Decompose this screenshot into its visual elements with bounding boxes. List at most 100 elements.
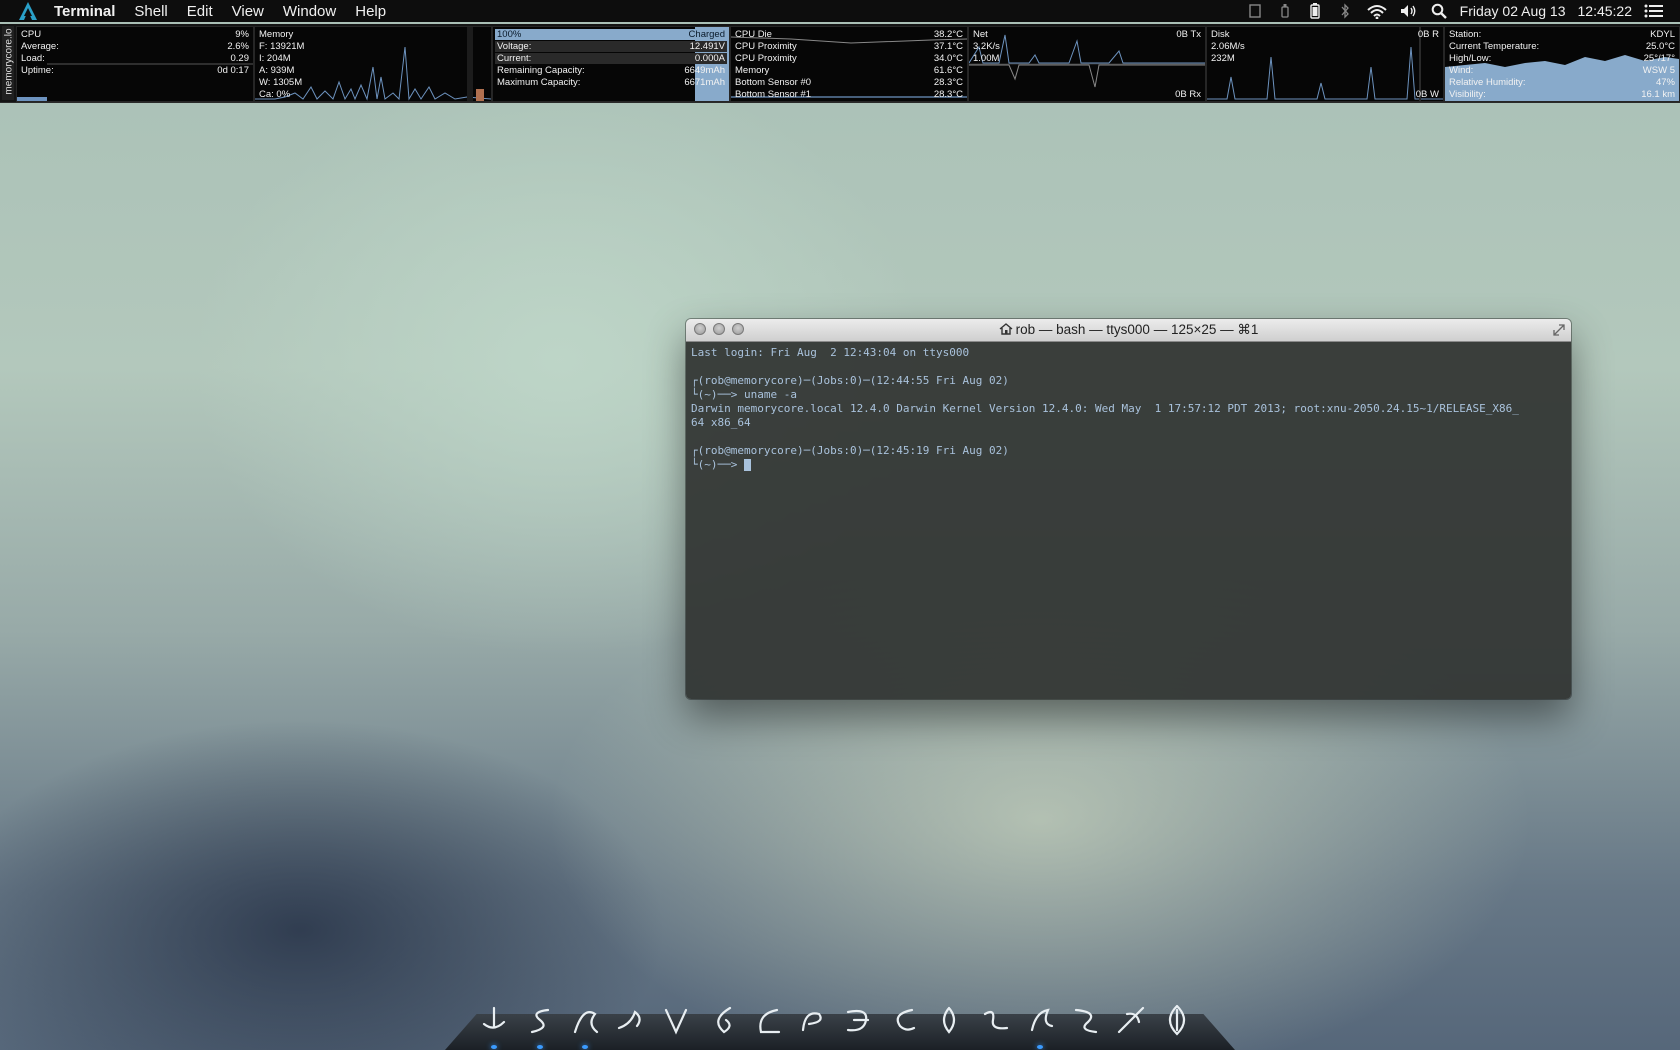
weather-temp-label: Current Temperature: [1449,41,1540,52]
menu-edit[interactable]: Edit [187,3,213,20]
temperature-pane[interactable]: CPU Die 38.2°C CPU Proximity 37.1°C CPU Pr… [730,26,968,102]
battery-current-label: Current: [497,53,532,64]
terminal-line: └(~)──> uname -a [691,388,797,401]
spotlight-icon[interactable] [1430,3,1448,19]
net-rx: 0B Rx [1175,89,1201,100]
temp-label-5: Bottom Sensor #1 [735,89,812,100]
disk-total: 232M [1211,53,1235,64]
app-menu-terminal[interactable]: Terminal [54,3,115,20]
weather-wind-label: Wind: [1449,65,1474,76]
battery-voltage: 12.491V [689,41,725,52]
battery-remaining: 6649mAh [684,65,725,76]
home-icon [999,323,1013,335]
terminal-prompt: └(~)──> [691,458,744,471]
app-icon-13[interactable] [1021,1000,1059,1040]
weather-highlow: 25°/17° [1643,53,1675,64]
battery-icon[interactable] [1306,3,1324,19]
net-rate: 3.2K/s [973,41,1000,52]
temp-label-3: Memory [735,65,770,76]
app-icon-3[interactable] [566,1000,604,1040]
net-tx: 0B Tx [1176,29,1201,40]
volume-icon[interactable] [1400,3,1418,19]
menu-view[interactable]: View [232,3,264,20]
battery-pane[interactable]: 100% Charged Voltage: 12.491V Current: 0.00… [492,26,730,102]
menubar: Terminal Shell Edit View Window Help Fri… [0,0,1680,22]
memory-title: Memory [259,29,294,40]
cpu-uptime: 0d 0:17 [217,65,249,76]
finder-icon[interactable] [475,1000,513,1040]
temp-label-4: Bottom Sensor #0 [735,77,812,88]
memory-inactive: I: 204M [259,53,291,64]
trash-icon[interactable] [1158,1000,1196,1040]
system-monitor-panel: memorycore.lo CPU 9% Average: 2.6% Load: 0.… [0,24,1680,103]
terminal-window[interactable]: rob — bash — ttys000 — 125×25 — ⌘1 Last … [686,319,1571,699]
terminal-line: Darwin memorycore.local 12.4.0 Darwin Ke… [691,402,1519,415]
app-icon-5[interactable] [657,1000,695,1040]
weather-humidity-label: Relative Humidity: [1449,77,1526,88]
running-indicator [582,1045,588,1049]
temp-value-4: 28.3°C [933,77,963,88]
battery-maximum-label: Maximum Capacity: [497,77,581,88]
clock-time[interactable]: 12:45:22 [1578,3,1633,19]
disk-pane[interactable]: Disk 0B R 2.06M/s 232M 0B W [1206,26,1444,102]
weather-temp: 25.0°C [1645,41,1675,52]
app-icon-14[interactable] [1067,1000,1105,1040]
running-indicator [1037,1045,1043,1049]
dock [445,1000,1235,1050]
net-title: Net [973,29,988,40]
weather-visibility-label: Visibility: [1449,89,1486,100]
cpu-load: 0.29 [230,53,250,64]
net-pane[interactable]: Net 0B Tx 3.2K/s 1.00M 0B Rx [968,26,1206,102]
clipboard-icon[interactable] [1246,3,1264,19]
fullscreen-icon[interactable] [1553,324,1565,336]
terminal-cursor [743,459,751,471]
weather-visibility: 16.1 km [1641,89,1675,100]
temp-value-3: 61.6°C [933,65,963,76]
app-icon-4[interactable] [612,1000,650,1040]
app-icon-12[interactable] [976,1000,1014,1040]
app-icon-2[interactable] [521,1000,559,1040]
cpu-uptime-label: Uptime: [21,65,54,76]
app-icon-15[interactable] [1112,1000,1150,1040]
cpu-title: CPU [21,29,42,40]
temp-value-5: 28.3°C [933,89,963,100]
memory-free: F: 13921M [259,41,305,52]
battery-current: 0.000A [694,53,725,64]
terminal-line: ┌(rob@memorycore)─(Jobs:0)─(12:44:55 Fri… [691,374,1009,387]
app-icon-10[interactable] [885,1000,923,1040]
app-icon-7[interactable] [748,1000,786,1040]
temp-value-2: 34.0°C [933,53,963,64]
terminal-content[interactable]: Last login: Fri Aug 2 12:43:04 on ttys00… [686,342,1571,699]
memory-pane[interactable]: Memory F: 13921M I: 204M A: 939M W: 1305… [254,26,492,102]
battery-status: Charged [688,29,725,40]
terminal-prompt-line[interactable]: └(~)──> [691,458,1566,472]
memory-active: A: 939M [259,65,295,76]
wifi-icon[interactable] [1366,3,1388,19]
apple-menu-icon[interactable] [17,1,39,21]
menu-shell[interactable]: Shell [134,3,167,20]
battery-maximum: 6671mAh [684,77,725,88]
terminal-titlebar[interactable]: rob — bash — ttys000 — 125×25 — ⌘1 [686,319,1571,342]
weather-station: KDYL [1650,29,1675,40]
menu-help[interactable]: Help [355,3,386,20]
notification-center-icon[interactable] [1644,3,1664,19]
memory-wired: W: 1305M [259,77,303,88]
app-icon-9[interactable] [839,1000,877,1040]
bluetooth-icon[interactable] [1336,3,1354,19]
weather-wind: WSW 5 [1642,65,1675,76]
menu-window[interactable]: Window [283,3,336,20]
clock-date[interactable]: Friday 02 Aug 13 [1460,3,1566,19]
battery-voltage-label: Voltage: [497,41,532,52]
power-icon[interactable] [1276,3,1294,19]
weather-pane[interactable]: Station: KDYL Current Temperature: 25.0°C … [1444,26,1680,102]
running-indicator [536,1045,543,1049]
app-icon-8[interactable] [794,1000,832,1040]
cpu-pane[interactable]: CPU 9% Average: 2.6% Load: 0.29 Uptime: 0d 0… [16,26,254,102]
cpu-value: 9% [235,29,249,40]
app-icon-6[interactable] [703,1000,741,1040]
terminal-line: ┌(rob@memorycore)─(Jobs:0)─(12:45:19 Fri… [691,444,1009,457]
app-icon-11[interactable] [930,1000,968,1040]
running-indicator [491,1045,497,1049]
cpu-average: 2.6% [227,41,249,52]
